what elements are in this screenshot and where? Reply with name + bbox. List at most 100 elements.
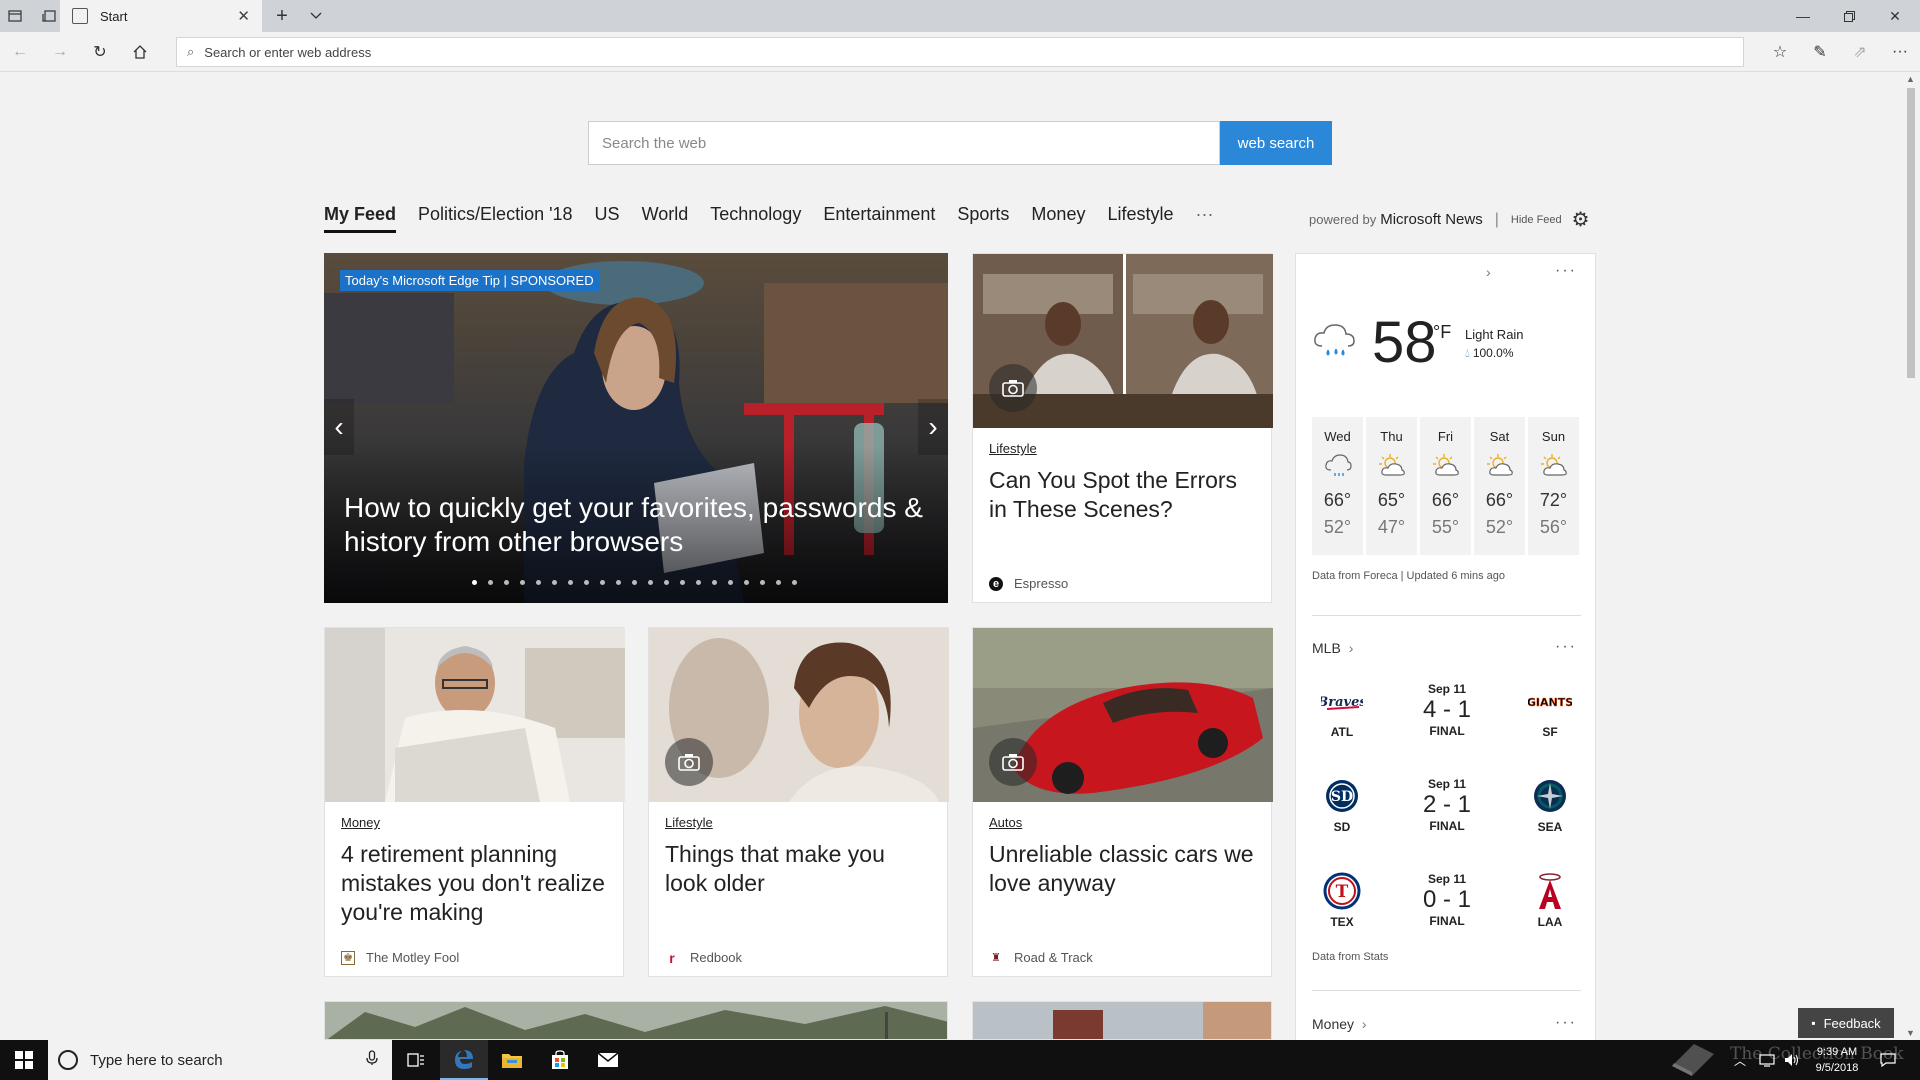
- carousel-prev-icon[interactable]: ‹: [324, 399, 354, 455]
- card-source[interactable]: ♜ Road & Track: [989, 950, 1093, 965]
- forecast-day[interactable]: Thu 65° 47°: [1366, 417, 1417, 555]
- card-category[interactable]: Lifestyle: [665, 815, 713, 830]
- tab-preview-chevron-icon[interactable]: [302, 0, 330, 32]
- carousel-dot[interactable]: [664, 580, 669, 585]
- mail-icon[interactable]: [584, 1040, 632, 1080]
- scroll-up-icon[interactable]: ▲: [1906, 74, 1915, 84]
- carousel-indicators[interactable]: [472, 580, 808, 585]
- forecast-day[interactable]: Sun 72° 56°: [1528, 417, 1579, 555]
- carousel-dot[interactable]: [648, 580, 653, 585]
- card-headline[interactable]: Things that make you look older: [665, 840, 933, 898]
- game-score[interactable]: Braves ATL Sep 11 4 - 1 FINAL GIANTS SF: [1312, 682, 1582, 768]
- carousel-dot[interactable]: [680, 580, 685, 585]
- restore-button[interactable]: [1826, 0, 1872, 32]
- tab-politics-election[interactable]: Politics/Election '18: [418, 204, 573, 225]
- microphone-icon[interactable]: [366, 1050, 378, 1070]
- hide-feed-link[interactable]: Hide Feed: [1511, 214, 1562, 226]
- card-category[interactable]: Autos: [989, 815, 1022, 830]
- carousel-dot[interactable]: [536, 580, 541, 585]
- tab-us[interactable]: US: [595, 204, 620, 225]
- tab-entertainment[interactable]: Entertainment: [823, 204, 935, 225]
- card-headline[interactable]: 4 retirement planning mistakes you don't…: [341, 840, 609, 927]
- refresh-icon[interactable]: ↻: [80, 32, 120, 72]
- file-explorer-icon[interactable]: [488, 1040, 536, 1080]
- carousel-dot[interactable]: [488, 580, 493, 585]
- page-scrollbar[interactable]: ▲ ▼: [1902, 72, 1920, 1040]
- address-bar[interactable]: ⌕ Search or enter web address: [176, 37, 1744, 67]
- weather-data-note[interactable]: Data from Foreca | Updated 6 mins ago: [1312, 570, 1505, 582]
- carousel-dot[interactable]: [632, 580, 637, 585]
- minimize-button[interactable]: —: [1780, 0, 1826, 32]
- money-section-title[interactable]: Money ›: [1312, 1016, 1367, 1032]
- chevron-right-icon[interactable]: ›: [1486, 264, 1491, 280]
- news-card[interactable]: Lifestyle Things that make you look olde…: [648, 627, 949, 977]
- forecast-day[interactable]: Wed 66° 52°: [1312, 417, 1363, 555]
- card-headline[interactable]: Unreliable classic cars we love anyway: [989, 840, 1257, 898]
- carousel-dot[interactable]: [568, 580, 573, 585]
- forecast-day[interactable]: Sat 66° 52°: [1474, 417, 1525, 555]
- web-search-input[interactable]: Search the web: [588, 121, 1220, 165]
- temperature-unit[interactable]: °F: [1433, 322, 1451, 343]
- money-more-icon[interactable]: ···: [1555, 1014, 1577, 1032]
- taskbar-search-box[interactable]: Type here to search: [48, 1040, 392, 1080]
- favorites-star-icon[interactable]: ☆: [1760, 32, 1800, 72]
- tab-money[interactable]: Money: [1031, 204, 1085, 225]
- carousel-next-icon[interactable]: ›: [918, 399, 948, 455]
- tab-lifestyle[interactable]: Lifestyle: [1107, 204, 1173, 225]
- tab-my-feed[interactable]: My Feed: [324, 204, 397, 233]
- carousel-dot[interactable]: [584, 580, 589, 585]
- news-card[interactable]: [972, 1001, 1272, 1040]
- hero-carousel[interactable]: Today's Microsoft Edge Tip | SPONSORED ‹…: [324, 253, 948, 603]
- news-card[interactable]: [324, 1001, 948, 1040]
- new-tab-button[interactable]: +: [268, 0, 296, 32]
- news-card[interactable]: Lifestyle Can You Spot the Errors in The…: [972, 253, 1273, 603]
- home-icon[interactable]: [120, 32, 160, 72]
- store-icon[interactable]: [536, 1040, 584, 1080]
- tab-technology[interactable]: Technology: [710, 204, 801, 225]
- more-categories-button[interactable]: ···: [1196, 204, 1214, 225]
- forecast-day[interactable]: Fri 66° 55°: [1420, 417, 1471, 555]
- card-category[interactable]: Lifestyle: [989, 441, 1037, 456]
- carousel-dot[interactable]: [744, 580, 749, 585]
- carousel-dot[interactable]: [696, 580, 701, 585]
- more-menu-icon[interactable]: ···: [1880, 32, 1920, 72]
- scroll-thumb[interactable]: [1907, 88, 1915, 378]
- carousel-dot[interactable]: [552, 580, 557, 585]
- scroll-down-icon[interactable]: ▼: [1906, 1028, 1915, 1038]
- web-search-button[interactable]: web search: [1220, 121, 1332, 165]
- share-icon[interactable]: ⇗: [1840, 32, 1880, 72]
- tab-world[interactable]: World: [642, 204, 689, 225]
- tabs-aside-icon[interactable]: [0, 0, 30, 32]
- news-card[interactable]: Money 4 retirement planning mistakes you…: [324, 627, 625, 977]
- gear-icon[interactable]: ⚙: [1572, 207, 1590, 232]
- carousel-dot[interactable]: [760, 580, 765, 585]
- mlb-data-note[interactable]: Data from Stats: [1312, 951, 1388, 963]
- carousel-dot[interactable]: [616, 580, 621, 585]
- carousel-dot[interactable]: [776, 580, 781, 585]
- carousel-dot[interactable]: [472, 580, 477, 585]
- web-note-pen-icon[interactable]: ✎: [1800, 32, 1840, 72]
- game-score[interactable]: T TEX Sep 11 0 - 1 FINAL LAA: [1312, 872, 1582, 958]
- carousel-dot[interactable]: [504, 580, 509, 585]
- browser-tab[interactable]: Start ✕: [60, 0, 262, 32]
- weather-more-icon[interactable]: ···: [1555, 262, 1577, 280]
- task-view-icon[interactable]: [392, 1040, 440, 1080]
- card-category[interactable]: Money: [341, 815, 380, 830]
- card-source[interactable]: ♚ The Motley Fool: [341, 950, 459, 965]
- card-source[interactable]: e Espresso: [989, 576, 1068, 591]
- card-source[interactable]: r Redbook: [665, 950, 742, 966]
- carousel-dot[interactable]: [792, 580, 797, 585]
- carousel-dot[interactable]: [600, 580, 605, 585]
- edge-browser-icon[interactable]: [440, 1040, 488, 1080]
- tab-sports[interactable]: Sports: [957, 204, 1009, 225]
- mlb-section-title[interactable]: MLB ›: [1312, 640, 1353, 656]
- back-arrow-icon[interactable]: ←: [0, 32, 40, 72]
- news-card[interactable]: Autos Unreliable classic cars we love an…: [972, 627, 1273, 977]
- carousel-dot[interactable]: [712, 580, 717, 585]
- forward-arrow-icon[interactable]: →: [40, 32, 80, 72]
- card-headline[interactable]: Can You Spot the Errors in These Scenes?: [989, 466, 1257, 524]
- game-score[interactable]: SD SD Sep 11 2 - 1 FINAL SEA: [1312, 777, 1582, 863]
- hero-headline[interactable]: How to quickly get your favorites, passw…: [344, 491, 924, 559]
- powered-brand[interactable]: Microsoft News: [1380, 211, 1483, 228]
- close-window-button[interactable]: ✕: [1872, 0, 1918, 32]
